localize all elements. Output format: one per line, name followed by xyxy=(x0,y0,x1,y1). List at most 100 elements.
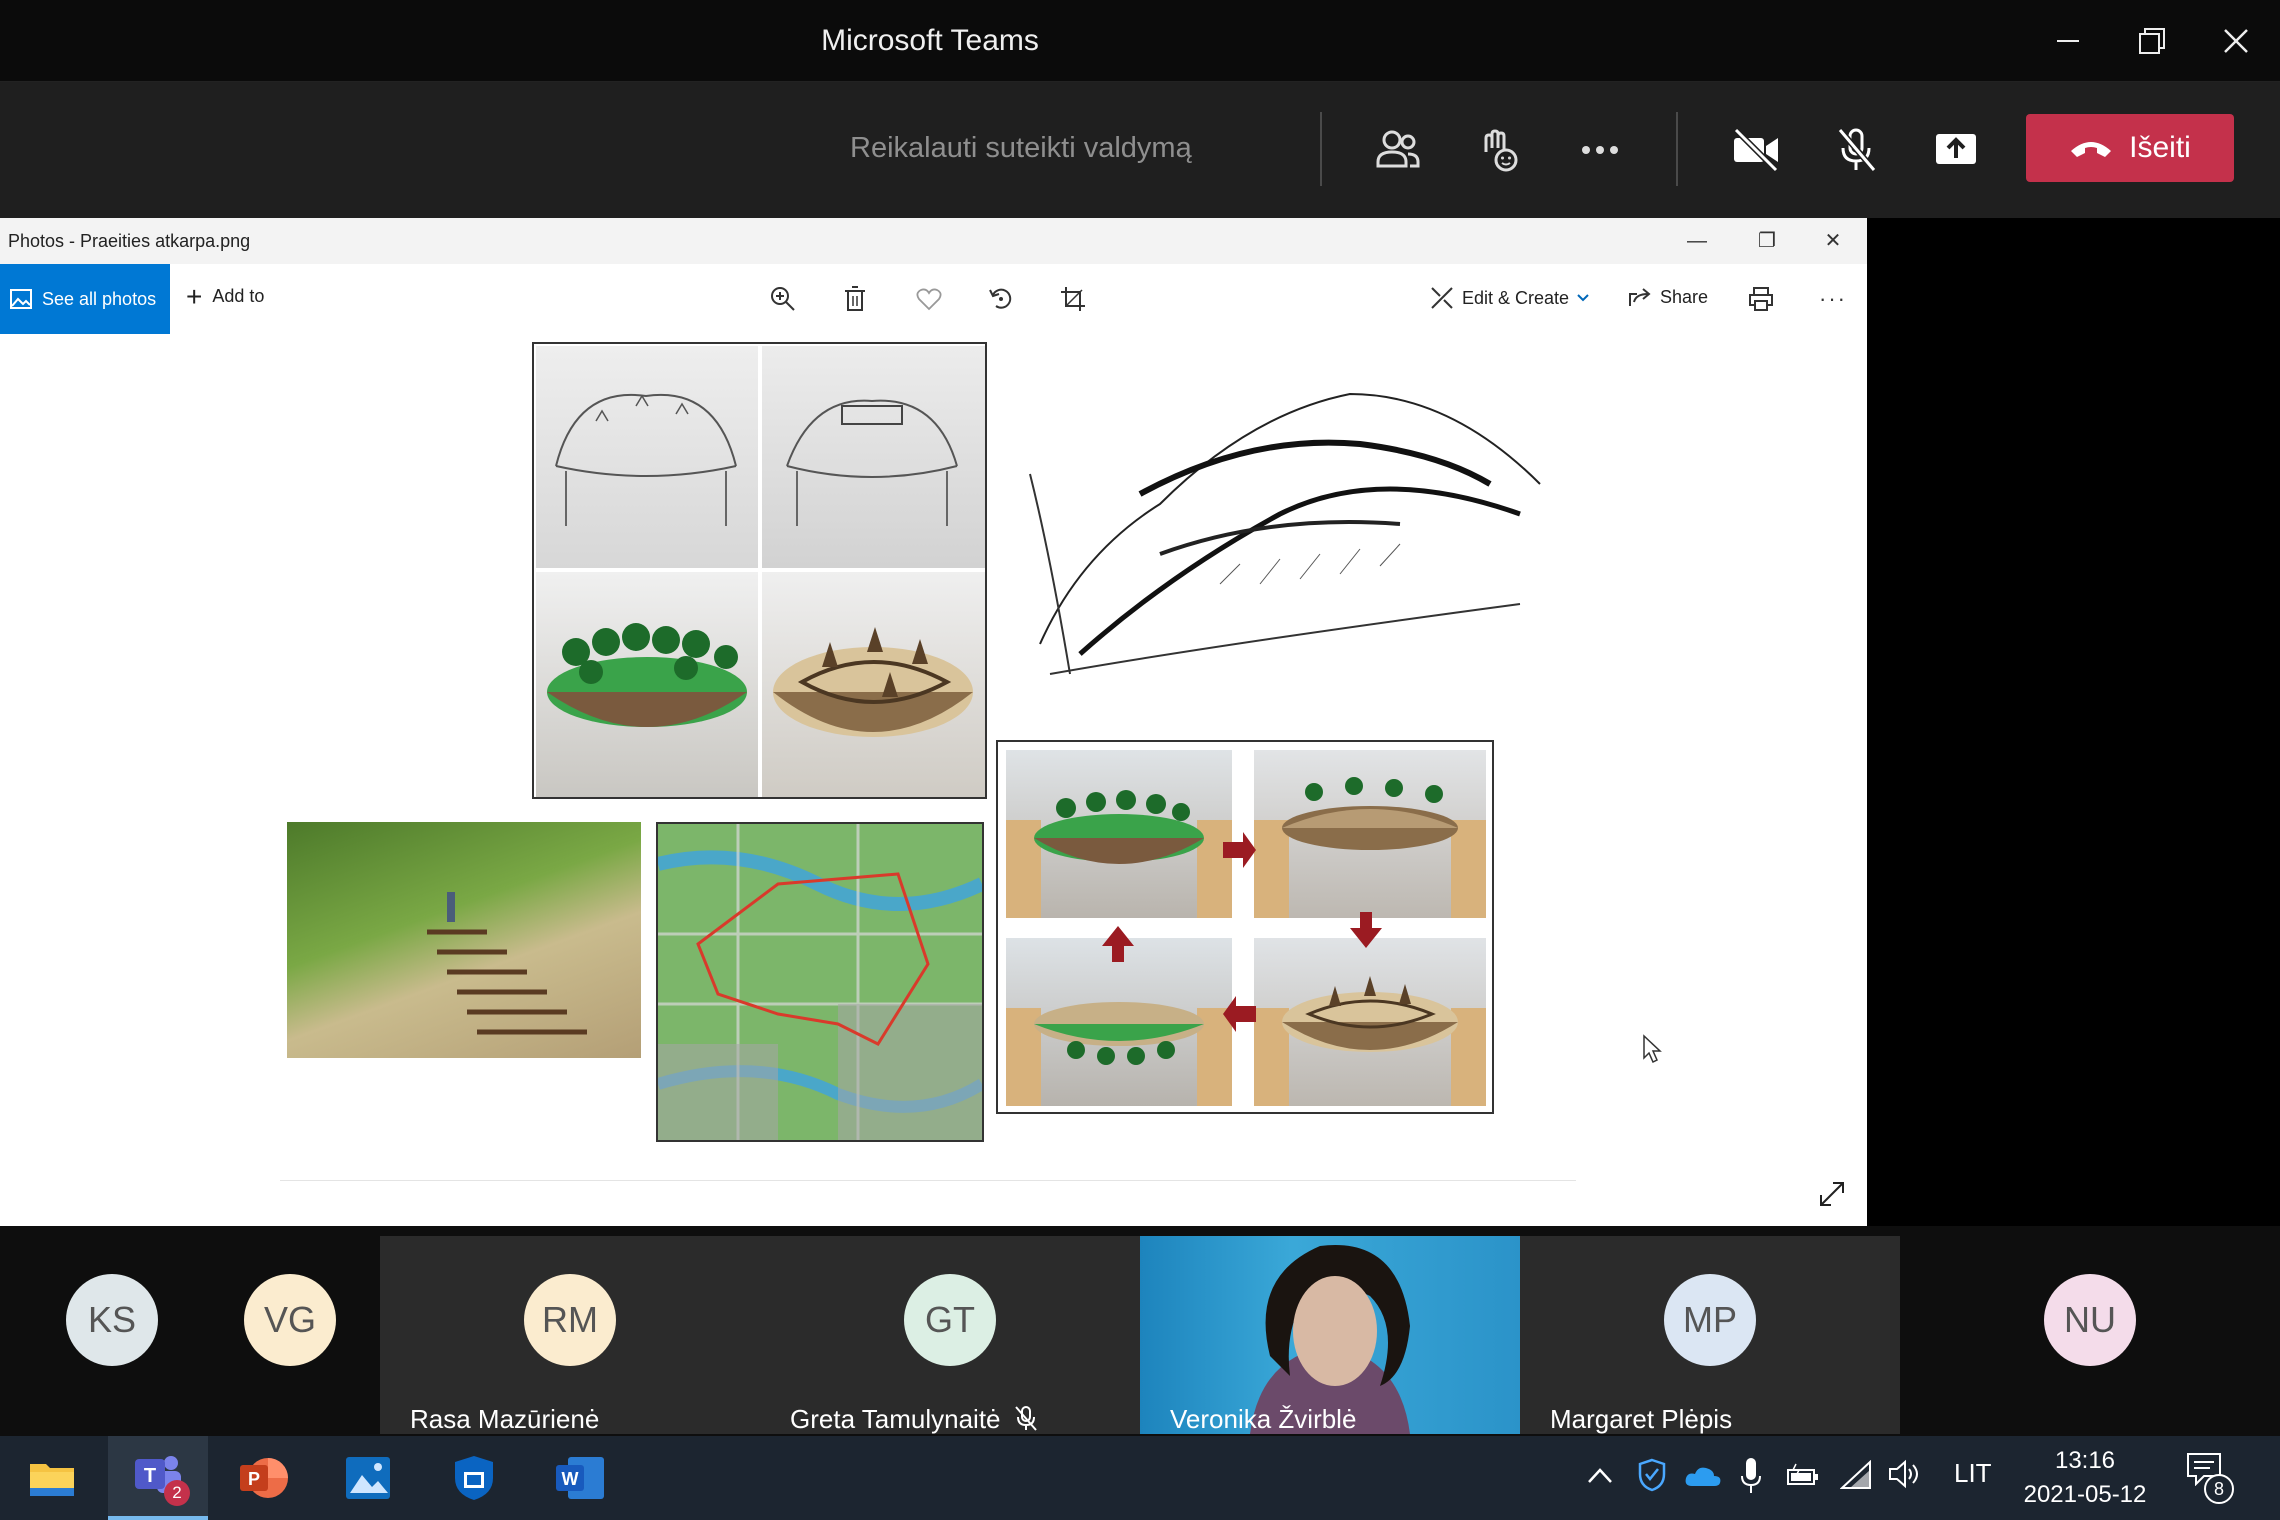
delete-button[interactable] xyxy=(838,282,872,316)
share-content-button[interactable] xyxy=(1926,120,1986,180)
photos-title-bar: Photos - Praeities atkarpa.png — ❐ ✕ xyxy=(0,218,1867,264)
more-actions-button[interactable] xyxy=(1570,120,1630,180)
model-cycle-grid xyxy=(996,740,1494,1114)
photos-window-title: Photos - Praeities atkarpa.png xyxy=(8,231,251,251)
rotate-button[interactable] xyxy=(984,282,1018,316)
show-participants-button[interactable] xyxy=(1368,120,1428,180)
leave-label: Išeiti xyxy=(2129,131,2191,164)
mic-toggle-button[interactable] xyxy=(1826,120,1886,180)
participant-name: Margaret Plėpis xyxy=(1550,1404,1733,1434)
notification-badge: 2 xyxy=(164,1480,190,1506)
taskbar-photos[interactable] xyxy=(318,1436,418,1520)
restore-icon xyxy=(2139,28,2165,54)
see-all-photos-button[interactable]: See all photos xyxy=(0,264,170,334)
share-icon xyxy=(1629,288,1651,306)
edit-create-button[interactable]: Edit & Create xyxy=(1430,286,1589,310)
avatar: KS xyxy=(66,1274,158,1366)
add-to-button[interactable]: + Add to xyxy=(186,282,265,310)
participant-tile[interactable]: MP Margaret Plėpis xyxy=(1520,1236,1900,1434)
photo-icon xyxy=(10,289,32,309)
photos-app-icon xyxy=(346,1457,390,1499)
leave-button[interactable]: Išeiti xyxy=(2026,114,2234,182)
photos-more-button[interactable]: ··· xyxy=(1816,282,1850,316)
photos-minimize-button[interactable]: — xyxy=(1662,224,1732,258)
request-control-button[interactable]: Reikalauti suteikti valdymą xyxy=(850,132,1192,165)
photos-restore-button[interactable]: ❐ xyxy=(1732,224,1802,258)
svg-text:W: W xyxy=(562,1469,579,1489)
avatar: MP xyxy=(1664,1274,1756,1366)
trash-icon xyxy=(845,286,865,311)
system-clock[interactable]: 13:16 2021-05-12 xyxy=(2010,1444,2160,1512)
participant-tile[interactable]: RM Rasa Mazūrienė xyxy=(380,1236,760,1434)
participant-video-tile[interactable]: Veronika Žvirblė xyxy=(1140,1236,1520,1434)
participant-tile[interactable]: KS VG xyxy=(0,1236,378,1434)
close-button[interactable] xyxy=(2192,0,2280,82)
share-label: Share xyxy=(1660,286,1709,307)
share-screen-icon xyxy=(1936,134,1976,164)
chevron-up-icon[interactable] xyxy=(1586,1464,1614,1488)
word-icon: W xyxy=(556,1457,604,1499)
battery-icon[interactable] xyxy=(1786,1462,1820,1490)
mic-off-icon xyxy=(1015,1406,1037,1431)
terrain-model-image xyxy=(762,572,985,797)
taskbar-security[interactable] xyxy=(424,1436,524,1520)
onedrive-icon[interactable] xyxy=(1684,1464,1722,1488)
minimize-button[interactable] xyxy=(2024,0,2112,82)
zoom-in-icon xyxy=(771,287,795,311)
camera-toggle-button[interactable] xyxy=(1726,120,1786,180)
heart-icon xyxy=(916,288,942,311)
action-center-button[interactable]: 8 xyxy=(2184,1450,2240,1506)
notification-count: 8 xyxy=(2204,1474,2234,1504)
taskbar-teams[interactable]: T 2 xyxy=(108,1436,208,1520)
photos-window: Photos - Praeities atkarpa.png — ❐ ✕ See… xyxy=(0,218,1867,1228)
people-icon xyxy=(1376,130,1420,168)
cycle-arrows xyxy=(1102,832,1382,1032)
sketch-image-2 xyxy=(762,346,985,568)
crop-icon xyxy=(1061,287,1085,311)
green-model-image xyxy=(536,572,758,797)
reactions-button[interactable] xyxy=(1468,120,1528,180)
shared-screen-stage: Photos - Praeities atkarpa.png — ❐ ✕ See… xyxy=(0,218,2280,1228)
wifi-icon[interactable] xyxy=(1840,1460,1872,1490)
teams-title-bar: Microsoft Teams xyxy=(0,0,2280,82)
windows-taskbar: T 2 P W LIT 13:16 2021-05-12 8 xyxy=(0,1436,2280,1520)
taskbar-file-explorer[interactable] xyxy=(2,1436,102,1520)
microphone-icon[interactable] xyxy=(1740,1456,1762,1496)
full-screen-button[interactable] xyxy=(1814,1176,1850,1212)
minimize-icon xyxy=(2057,40,2079,42)
toolbar-divider xyxy=(1676,112,1678,186)
avatar: RM xyxy=(524,1274,616,1366)
participant-tile[interactable]: GT Greta Tamulynaitė xyxy=(760,1236,1140,1434)
restore-button[interactable] xyxy=(2108,0,2196,82)
sketch-image-1 xyxy=(536,346,758,568)
mic-off-icon xyxy=(1837,128,1877,172)
zoom-button[interactable] xyxy=(766,282,800,316)
participant-tile[interactable]: NU xyxy=(1900,1236,2280,1434)
add-to-label: Add to xyxy=(212,286,265,306)
defender-shield-icon[interactable] xyxy=(1638,1458,1666,1492)
clock-date: 2021-05-12 xyxy=(2023,1481,2147,1508)
print-button[interactable] xyxy=(1744,282,1778,316)
edit-create-label: Edit & Create xyxy=(1462,287,1570,308)
chevron-down-icon xyxy=(1577,294,1589,302)
shield-icon xyxy=(455,1456,493,1500)
crop-button[interactable] xyxy=(1056,282,1090,316)
avatar: GT xyxy=(904,1274,996,1366)
speaker-icon[interactable] xyxy=(1888,1458,1922,1490)
participant-name: Veronika Žvirblė xyxy=(1170,1404,1357,1434)
meeting-toolbar: Reikalauti suteikti valdymą Išeiti xyxy=(0,82,2280,218)
language-indicator[interactable]: LIT xyxy=(1954,1458,1992,1489)
camera-off-icon xyxy=(1733,127,1779,173)
favorite-button[interactable] xyxy=(912,282,946,316)
share-button[interactable]: Share xyxy=(1628,286,1708,308)
image-canvas xyxy=(0,334,1867,1228)
taskbar-word[interactable]: W xyxy=(530,1436,630,1520)
participant-name: Rasa Mazūrienė xyxy=(410,1404,600,1434)
participants-strip: KS VG RM Rasa Mazūrienė GT Greta Tamulyn… xyxy=(0,1226,2280,1436)
model-sketch-grid xyxy=(532,342,987,799)
svg-text:T: T xyxy=(144,1465,156,1487)
taskbar-powerpoint[interactable]: P xyxy=(214,1436,314,1520)
photos-close-button[interactable]: ✕ xyxy=(1798,224,1868,258)
photos-command-bar: See all photos + Add to Edit & Create Sh… xyxy=(0,264,1867,334)
expand-icon xyxy=(1820,1182,1844,1206)
